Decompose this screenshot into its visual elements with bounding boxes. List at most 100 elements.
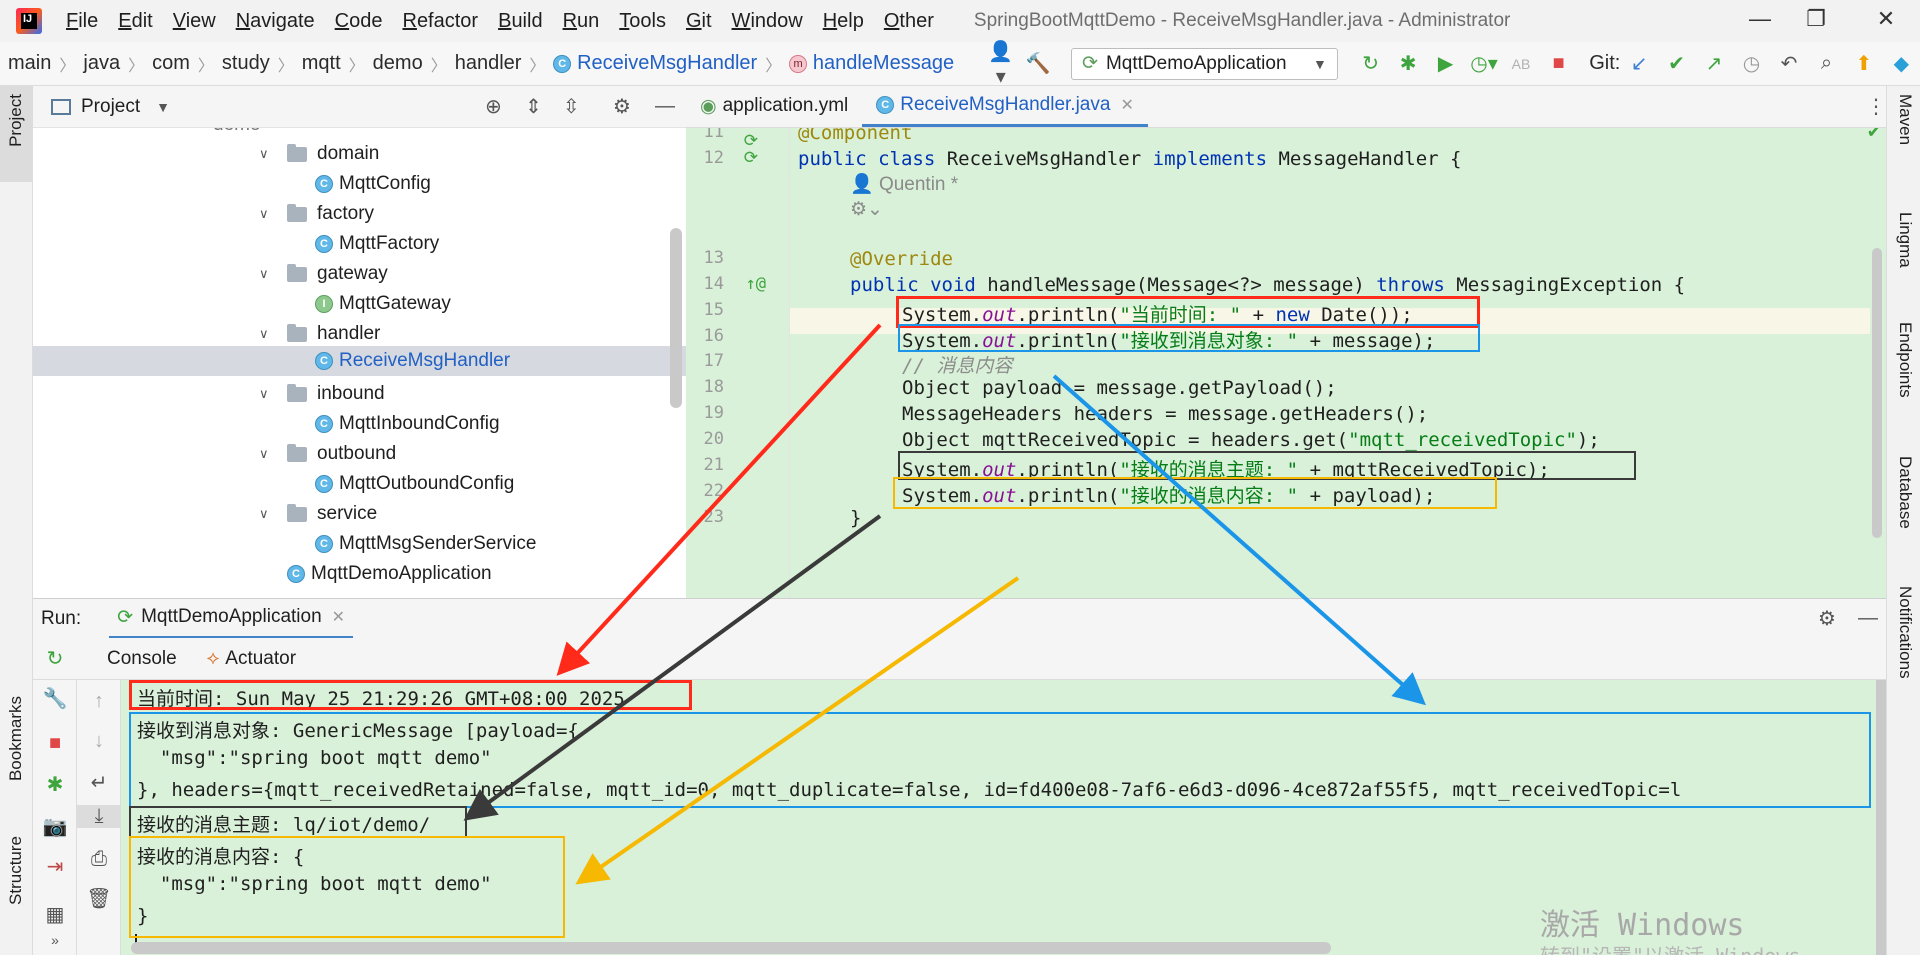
- camera-icon[interactable]: 📷: [33, 814, 77, 839]
- collapse-all-icon[interactable]: ⇳: [563, 94, 580, 119]
- no-problems-check-icon[interactable]: ✔: [1868, 128, 1880, 142]
- tree-item-receivemsghandler[interactable]: C ReceiveMsgHandler: [315, 346, 510, 376]
- restore-icon[interactable]: ❐: [1796, 6, 1836, 36]
- menu-other[interactable]: Other: [884, 10, 934, 33]
- project-tool-tab[interactable]: Project: [6, 94, 26, 147]
- history-icon[interactable]: ◷: [1739, 51, 1764, 76]
- close-window-icon[interactable]: ✕: [1866, 6, 1906, 36]
- menu-tools[interactable]: Tools: [619, 10, 666, 33]
- menu-navigate[interactable]: Navigate: [236, 10, 315, 33]
- expand-all-icon[interactable]: ⇕: [525, 94, 542, 119]
- tree-item-mqttdemoapplication[interactable]: C MqttDemoApplication: [287, 559, 492, 589]
- stop-icon[interactable]: ■: [33, 732, 77, 755]
- editor-scrollbar[interactable]: [1872, 248, 1882, 538]
- trash-icon[interactable]: 🗑: [77, 886, 121, 911]
- close-tab-icon[interactable]: ✕: [1120, 95, 1133, 115]
- more-options-icon[interactable]: ⋮: [1866, 94, 1886, 119]
- code-vision-icon[interactable]: ⚙⌄: [850, 198, 883, 221]
- tree-item-inbound[interactable]: ∨ inbound: [259, 379, 385, 409]
- hide-panel-icon[interactable]: —: [655, 95, 675, 118]
- menu-view[interactable]: View: [173, 10, 216, 33]
- breadcrumb-method[interactable]: handleMessage: [813, 52, 954, 75]
- hide-panel-icon[interactable]: —: [1858, 607, 1878, 630]
- menu-file[interactable]: File: [66, 10, 98, 33]
- tree-item-demo[interactable]: demo: [213, 128, 261, 140]
- tab-receivemsghandler-java[interactable]: C ReceiveMsgHandler.java ✕: [862, 85, 1148, 127]
- lingma-tool-tab[interactable]: Lingma: [1895, 212, 1915, 268]
- close-tab-icon[interactable]: ✕: [332, 607, 345, 627]
- maven-tool-tab[interactable]: Maven: [1895, 94, 1915, 145]
- chevron-down-icon[interactable]: ▼: [156, 99, 170, 115]
- endpoints-tool-tab[interactable]: Endpoints: [1895, 322, 1915, 398]
- build-hammer-icon[interactable]: 🔨: [1026, 51, 1051, 76]
- settings-gear-icon[interactable]: ⚙: [613, 94, 631, 119]
- chevron-down-icon[interactable]: ∨: [259, 266, 279, 282]
- chevron-down-icon[interactable]: ∨: [259, 446, 279, 462]
- tree-item-mqttconfig[interactable]: C MqttConfig: [315, 169, 431, 199]
- wrench-icon[interactable]: 🔧: [33, 686, 77, 711]
- database-tool-tab[interactable]: Database: [1895, 456, 1915, 529]
- console-v-scrollbar[interactable]: [1876, 680, 1886, 955]
- menu-code[interactable]: Code: [335, 10, 383, 33]
- debug-icon[interactable]: ✱: [33, 772, 77, 797]
- print-icon[interactable]: ⎙: [77, 848, 121, 871]
- git-update-icon[interactable]: ↙: [1626, 51, 1651, 76]
- settings-gear-icon[interactable]: ⚙: [1818, 606, 1836, 631]
- bookmarks-tool-tab[interactable]: Bookmarks: [6, 696, 26, 781]
- debug-icon[interactable]: ✱: [1395, 51, 1420, 76]
- chevron-down-icon[interactable]: ∨: [259, 506, 279, 522]
- author-inlay-hint[interactable]: 👤 Quentin *: [850, 172, 958, 196]
- structure-tool-tab[interactable]: Structure: [6, 836, 26, 905]
- minimize-icon[interactable]: —: [1740, 6, 1780, 36]
- run-configuration-select[interactable]: ⟳ MqttDemoApplication ▼: [1071, 47, 1338, 80]
- locate-icon[interactable]: ⊕: [485, 94, 502, 119]
- tree-scrollbar[interactable]: [670, 228, 682, 408]
- tree-item-mqttfactory[interactable]: C MqttFactory: [315, 229, 439, 259]
- soft-wrap-icon[interactable]: ↵: [77, 770, 121, 795]
- menu-git[interactable]: Git: [686, 10, 712, 33]
- breadcrumb-java[interactable]: java: [83, 52, 120, 75]
- menu-refactor[interactable]: Refactor: [402, 10, 478, 33]
- chevron-down-icon[interactable]: ∨: [259, 206, 279, 222]
- console-output[interactable]: 当前时间: Sun May 25 21:29:26 GMT+08:00 2025…: [121, 680, 1886, 955]
- git-push-icon[interactable]: ↗: [1701, 51, 1726, 76]
- stop-icon[interactable]: ■: [1546, 52, 1571, 75]
- chevron-down-icon[interactable]: ∨: [259, 326, 279, 342]
- scroll-down-icon[interactable]: ↓: [77, 730, 121, 753]
- rerun-icon[interactable]: ↻: [1358, 51, 1383, 76]
- breadcrumb-demo[interactable]: demo: [373, 52, 423, 75]
- notifications-tool-tab[interactable]: Notifications: [1895, 586, 1915, 679]
- scroll-to-end-icon[interactable]: ⤓: [77, 805, 121, 828]
- tree-item-mqttmsgsenderservice[interactable]: C MqttMsgSenderService: [315, 529, 536, 559]
- tree-item-gateway[interactable]: ∨ gateway: [259, 259, 388, 289]
- tree-item-outbound[interactable]: ∨ outbound: [259, 439, 396, 469]
- tab-application-yml[interactable]: ◉ application.yml: [686, 85, 862, 127]
- override-gutter-icon[interactable]: ↑@: [726, 274, 766, 294]
- breadcrumb-handler[interactable]: handler: [455, 52, 522, 75]
- user-icon[interactable]: 👤▾: [988, 39, 1013, 89]
- tab-actuator[interactable]: Actuator: [225, 648, 296, 670]
- coverage-icon[interactable]: ▶: [1433, 51, 1458, 76]
- spring-bean-gutter-icon[interactable]: ⟳: [724, 148, 758, 168]
- rollback-icon[interactable]: ↶: [1776, 51, 1801, 76]
- chevron-down-icon[interactable]: ∨: [259, 386, 279, 402]
- breadcrumb-study[interactable]: study: [222, 52, 270, 75]
- menu-run[interactable]: Run: [563, 10, 600, 33]
- menu-window[interactable]: Window: [732, 10, 803, 33]
- run-tab-mqttdemoapplication[interactable]: ⟳ MqttDemoApplication ✕: [109, 599, 354, 639]
- breadcrumb-com[interactable]: com: [152, 52, 190, 75]
- layout-icon[interactable]: ▦: [33, 902, 77, 927]
- console-h-scrollbar[interactable]: [131, 942, 1331, 954]
- breadcrumb-main[interactable]: main: [8, 52, 51, 75]
- chevron-down-icon[interactable]: ∨: [259, 146, 279, 162]
- project-panel-title[interactable]: Project: [81, 96, 140, 118]
- plugin-logo-icon[interactable]: ◆: [1889, 51, 1914, 76]
- tab-console[interactable]: Console: [95, 648, 189, 670]
- git-commit-icon[interactable]: ✔: [1664, 51, 1689, 76]
- rerun-icon[interactable]: ↻: [33, 646, 77, 671]
- tree-item-domain[interactable]: ∨ domain: [259, 139, 379, 169]
- tree-item-handler[interactable]: ∨ handler: [259, 319, 380, 349]
- tree-item-factory[interactable]: ∨ factory: [259, 199, 374, 229]
- search-icon[interactable]: ⌕: [1814, 52, 1839, 75]
- update-icon[interactable]: ⬆: [1851, 51, 1876, 76]
